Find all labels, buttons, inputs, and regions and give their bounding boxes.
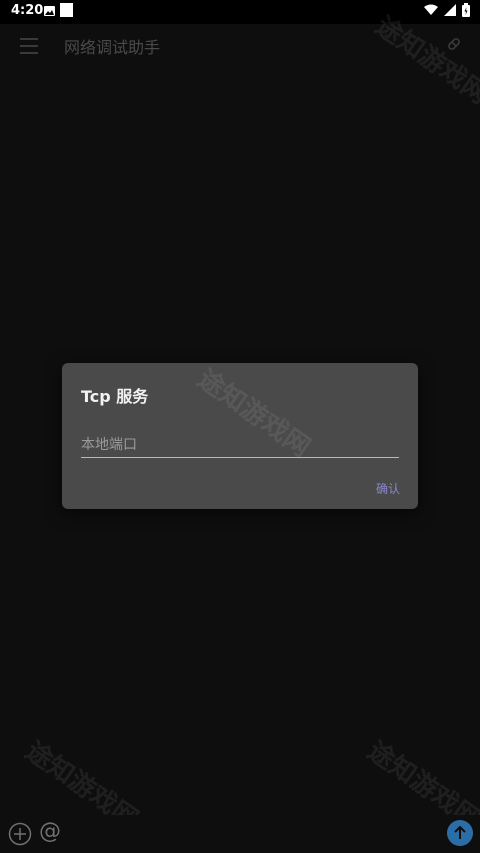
status-time: 4:20 [11, 3, 44, 18]
wifi-icon [424, 4, 438, 15]
local-port-input[interactable] [81, 433, 399, 458]
app-title: 网络调试助手 [64, 38, 161, 57]
image-notification-icon [44, 6, 55, 16]
tcp-service-dialog: Tcp 服务 确认 途知游戏网 [62, 363, 418, 509]
screen: { "status_bar": { "time": "4:20" }, "app… [0, 0, 480, 853]
battery-icon [462, 3, 470, 17]
bottom-bar: @ [0, 815, 480, 853]
menu-icon[interactable] [20, 38, 38, 54]
notification-square-icon [60, 3, 73, 17]
add-icon[interactable] [8, 822, 32, 846]
send-button[interactable] [447, 820, 473, 846]
signal-icon [444, 4, 456, 16]
arrow-up-icon [454, 826, 466, 839]
at-icon[interactable]: @ [39, 819, 61, 844]
confirm-button[interactable]: 确认 [376, 480, 400, 497]
dialog-title: Tcp 服务 [81, 387, 149, 406]
status-icons [424, 3, 470, 17]
